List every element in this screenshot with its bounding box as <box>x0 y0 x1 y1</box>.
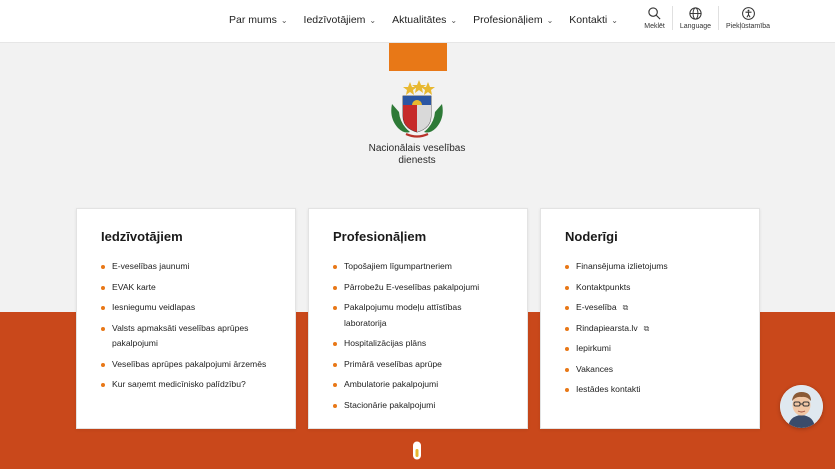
list-item[interactable]: Valsts apmaksāti veselības aprūpes pakal… <box>101 321 271 352</box>
card-title: Noderīgi <box>565 229 618 244</box>
coat-of-arms-logo[interactable] <box>386 78 448 140</box>
list-item[interactable]: Primārā veselības aprūpe <box>333 357 503 373</box>
logo-text-line-2: dienests <box>398 155 436 166</box>
language-label: Language <box>679 23 712 30</box>
card-profesionaliem: Profesionāļiem Topošajiem līgumpartnerie… <box>308 208 528 429</box>
card-noderigi: Noderīgi Finansējuma izlietojums Kontakt… <box>540 208 760 429</box>
nav-item-profesionaliem[interactable]: Profesionāļiem ⌄ <box>473 14 553 26</box>
chat-assistant-avatar[interactable] <box>780 385 823 428</box>
list-item-label: E-veselība <box>576 302 617 312</box>
list-item[interactable]: Rindapiearsta.lv ⧉ <box>565 321 735 337</box>
card-title: Profesionāļiem <box>333 229 427 244</box>
list-item[interactable]: Vakances <box>565 362 735 378</box>
list-item-label: Rindapiearsta.lv <box>576 322 638 333</box>
nav-item-par-mums[interactable]: Par mums ⌄ <box>229 14 288 26</box>
list-item[interactable]: Veselības aprūpes pakalpojumi ārzemēs <box>101 357 271 373</box>
globe-icon <box>689 7 702 20</box>
card-title: Iedzīvotājiem <box>101 229 183 244</box>
list-item[interactable]: Kontaktpunkts <box>565 280 735 296</box>
nav-item-kontakti[interactable]: Kontakti ⌄ <box>569 14 618 26</box>
language-button[interactable]: Language <box>671 6 718 30</box>
logo-text-line-1: Nacionālais veselības <box>368 143 466 154</box>
list-item[interactable]: Iepirkumi <box>565 341 735 357</box>
list-item[interactable]: Pārrobežu E-veselības pakalpojumi <box>333 280 503 296</box>
nav-label: Kontakti <box>569 14 608 26</box>
nav-label: Profesionāļiem <box>473 14 543 26</box>
list-item[interactable]: Iestādes kontakti <box>565 382 735 398</box>
chevron-down-icon: ⌄ <box>611 15 618 25</box>
nav-item-aktualitates[interactable]: Aktualitātes ⌄ <box>392 14 457 26</box>
list-item[interactable]: Topošajiem līgumpartneriem <box>333 259 503 275</box>
chevron-down-icon: ⌄ <box>546 15 554 25</box>
assistant-face-icon <box>780 385 823 428</box>
link-list: Finansējuma izlietojums Kontaktpunkts E-… <box>565 259 735 398</box>
accessibility-button[interactable]: Piekļūstamība <box>718 6 777 30</box>
search-button[interactable]: Meklēt <box>637 6 672 30</box>
logo-text[interactable]: Nacionālais veselības dienests <box>352 143 482 167</box>
scroll-down-icon[interactable] <box>401 440 433 464</box>
list-item[interactable]: E-veselības jaunumi <box>101 259 271 275</box>
accessibility-label: Piekļūstamība <box>726 23 770 30</box>
list-item[interactable]: Stacionārie pakalpojumi <box>333 398 503 414</box>
nav-label: Iedzīvotājiem <box>303 14 366 26</box>
nav-label: Aktualitātes <box>392 14 447 26</box>
search-label: Meklēt <box>644 23 665 30</box>
list-item[interactable]: Pakalpojumu modeļu attīstības laboratori… <box>333 300 503 331</box>
main-nav: Par mums ⌄ Iedzīvotājiem ⌄ Aktualitātes ⌄ P… <box>229 14 634 26</box>
list-item[interactable]: E-veselība ⧉ <box>565 300 735 316</box>
orange-accent-tab <box>389 43 447 71</box>
external-link-icon: ⧉ <box>622 303 629 312</box>
header-tools: Meklēt Language Piekļūstamība <box>637 6 777 30</box>
search-icon <box>648 7 661 20</box>
list-item[interactable]: Ambulatorie pakalpojumi <box>333 377 503 393</box>
nav-label: Par mums <box>229 14 277 26</box>
chevron-down-icon: ⌄ <box>450 15 458 25</box>
nav-item-iedzivotajiem[interactable]: Iedzīvotājiem ⌄ <box>304 14 377 26</box>
chevron-down-icon: ⌄ <box>280 15 288 25</box>
list-item[interactable]: Kur saņemt medicīnisko palīdzību? <box>101 377 271 393</box>
link-list: E-veselības jaunumi EVAK karte Iesniegum… <box>101 259 271 393</box>
link-list: Topošajiem līgumpartneriem Pārrobežu E-v… <box>333 259 503 413</box>
list-item[interactable]: Hospitalizācijas plāns <box>333 336 503 352</box>
card-iedzivotajiem: Iedzīvotājiem E-veselības jaunumi EVAK k… <box>76 208 296 429</box>
top-navigation-bar: Par mums ⌄ Iedzīvotājiem ⌄ Aktualitātes ⌄ P… <box>0 0 835 43</box>
list-item[interactable]: Iesniegumu veidlapas <box>101 300 271 316</box>
list-item[interactable]: EVAK karte <box>101 280 271 296</box>
list-item[interactable]: Finansējuma izlietojums <box>565 259 735 275</box>
chevron-down-icon: ⌄ <box>369 15 377 25</box>
external-link-icon: ⧉ <box>643 323 650 333</box>
accessibility-icon <box>741 7 755 20</box>
